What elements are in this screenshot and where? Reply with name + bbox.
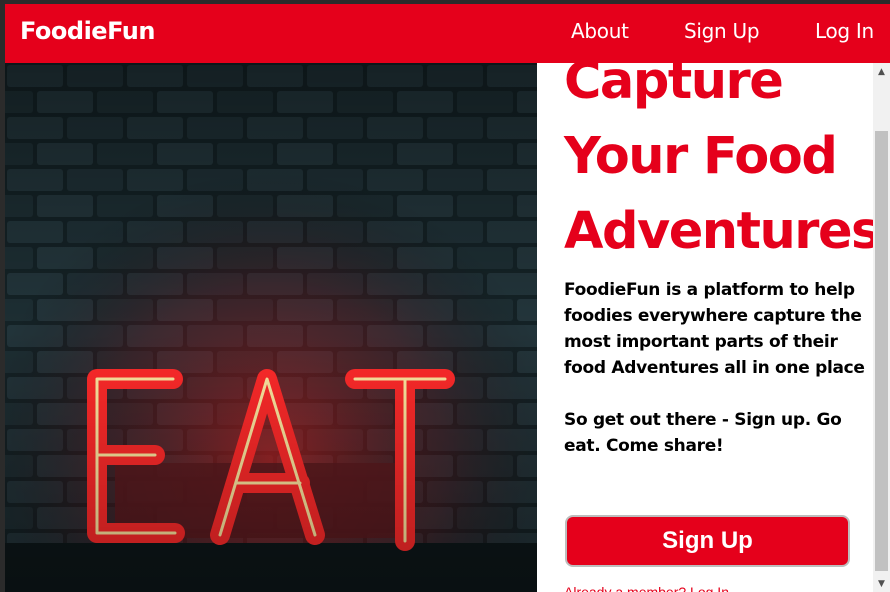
- hero-title: Capture Your Food Adventures: [564, 44, 881, 269]
- signup-button[interactable]: Sign Up: [565, 515, 850, 567]
- scrollbar-thumb[interactable]: [875, 131, 888, 571]
- chevron-up-icon[interactable]: ▲: [873, 63, 890, 80]
- hero-image: [5, 63, 537, 592]
- browser-viewport: FoodieFun About Sign Up Log In Capture Y…: [5, 4, 890, 592]
- navbar: FoodieFun About Sign Up Log In: [5, 4, 890, 63]
- nav-link-login[interactable]: Log In: [815, 19, 874, 43]
- eat-neon-sign-photo: [5, 63, 537, 592]
- hero-title-line: Your Food: [564, 127, 838, 186]
- vertical-scrollbar[interactable]: ▲ ▼: [873, 63, 890, 592]
- login-prompt-link[interactable]: Already a member? Log In: [564, 584, 729, 592]
- hero-cta-text: So get out there - Sign up. Go eat. Come…: [564, 410, 842, 456]
- nav-link-signup[interactable]: Sign Up: [684, 19, 760, 43]
- hero-description: FoodieFun is a platform to help foodies …: [564, 280, 865, 378]
- nav-link-about[interactable]: About: [571, 19, 629, 43]
- brand-logo[interactable]: FoodieFun: [20, 17, 155, 45]
- chevron-down-icon[interactable]: ▼: [873, 575, 890, 592]
- hero-title-line: Adventures: [564, 202, 881, 261]
- hero-content: Capture Your Food Adventures FoodieFun i…: [564, 44, 881, 459]
